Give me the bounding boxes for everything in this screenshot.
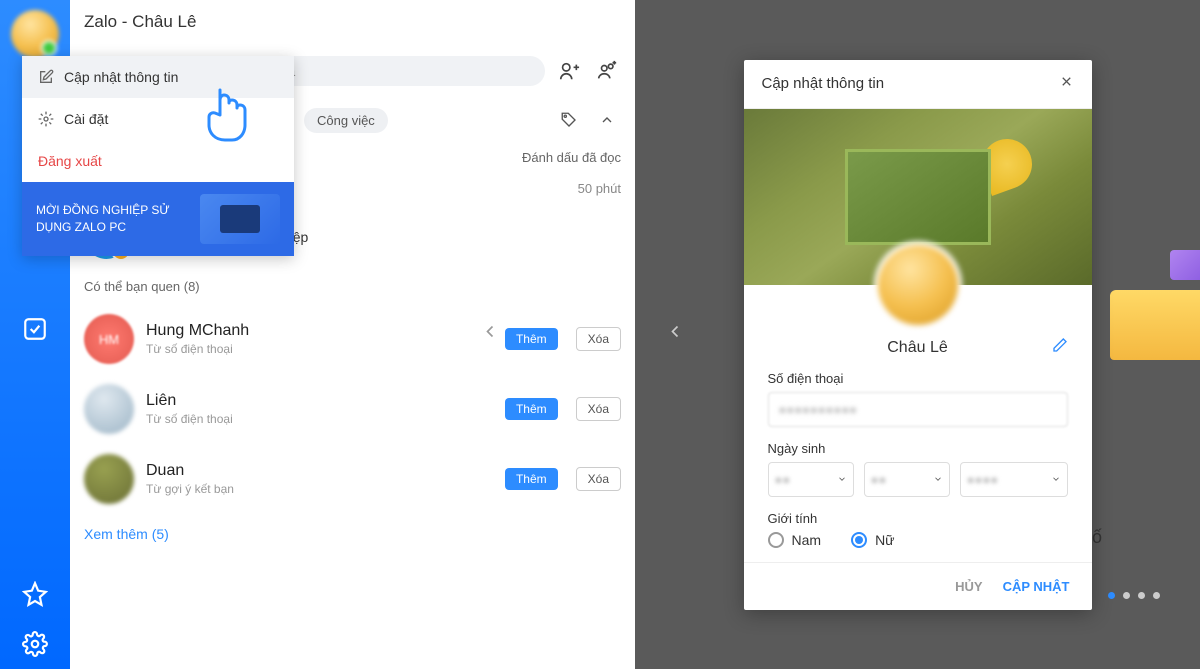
checkbox-icon[interactable] — [0, 304, 70, 354]
menu-update-info[interactable]: Cập nhật thông tin — [22, 56, 294, 98]
cursor-pointer-icon — [200, 85, 250, 150]
menu-logout[interactable]: Đăng xuất — [22, 140, 294, 182]
add-friend-icon[interactable] — [555, 57, 583, 85]
filter-chip-work[interactable]: Công việc — [304, 108, 388, 133]
radio-label: Nữ — [875, 532, 894, 548]
dropdown-menu: Cập nhật thông tin Cài đặt Đăng xuất MỜI… — [22, 56, 294, 256]
radio-icon — [851, 532, 867, 548]
radio-icon — [768, 532, 784, 548]
gender-female-radio[interactable]: Nữ — [851, 532, 894, 548]
carousel-prev-icon[interactable] — [480, 314, 500, 355]
see-more-link[interactable]: Xem thêm (5) — [70, 514, 635, 554]
suggestion-item: Duan Từ gợi ý kết bạn Thêm Xóa — [70, 444, 635, 514]
profile-avatar[interactable] — [874, 241, 962, 329]
profile-name: Châu Lê — [887, 339, 948, 357]
menu-label: Đăng xuất — [38, 153, 102, 169]
edit-name-button[interactable] — [1052, 337, 1068, 358]
modal-title: Cập nhật thông tin — [762, 75, 885, 92]
cancel-button[interactable]: HỦY — [955, 579, 982, 594]
dob-label: Ngày sinh — [768, 441, 1068, 456]
create-group-icon[interactable] — [593, 57, 621, 85]
banner-graphic — [200, 194, 280, 244]
delete-button[interactable]: Xóa — [576, 397, 621, 421]
radio-label: Nam — [792, 532, 822, 548]
delete-button[interactable]: Xóa — [576, 327, 621, 351]
carousel-dots[interactable] — [1108, 592, 1160, 599]
gear-icon — [38, 111, 54, 127]
suggestion-name: Liên — [146, 392, 493, 410]
suggestion-sub: Từ số điện thoại — [146, 412, 493, 426]
chevron-down-icon — [933, 474, 943, 484]
gender-male-radio[interactable]: Nam — [768, 532, 822, 548]
section-title: Có thể bạn quen (8) — [70, 269, 635, 304]
suggestion-avatar — [84, 454, 134, 504]
edit-icon — [38, 69, 54, 85]
phone-label: Số điện thoại — [768, 371, 1068, 386]
suggestion-name: Duan — [146, 462, 493, 480]
tag-icon[interactable] — [555, 106, 583, 134]
gender-label: Giới tính — [768, 511, 1068, 526]
dob-year-select[interactable]: ●●●● — [960, 462, 1068, 497]
submit-button[interactable]: CẬP NHẬT — [1003, 579, 1070, 594]
carousel-prev-icon[interactable] — [665, 314, 685, 355]
menu-settings[interactable]: Cài đặt — [22, 98, 294, 140]
dob-day-select[interactable]: ●● — [768, 462, 854, 497]
chevron-down-icon — [837, 474, 847, 484]
suggestion-sub: Từ số điện thoại — [146, 342, 493, 356]
menu-label: Cài đặt — [64, 111, 108, 127]
dob-month-select[interactable]: ●● — [864, 462, 950, 497]
suggestion-sub: Từ gợi ý kết bạn — [146, 482, 493, 496]
suggestion-avatar — [84, 384, 134, 434]
add-button[interactable]: Thêm — [505, 398, 558, 420]
delete-button[interactable]: Xóa — [576, 467, 621, 491]
suggestion-item: HM Hung MChanh Từ số điện thoại Thêm Xóa — [70, 304, 635, 374]
update-info-modal: Cập nhật thông tin Châu Lê Số điện thoại… — [744, 60, 1092, 610]
suggestion-name: Hung MChanh — [146, 322, 493, 340]
suggestion-item: Liên Từ số điện thoại Thêm Xóa — [70, 374, 635, 444]
phone-input[interactable]: ●●●●●●●●●● — [768, 392, 1068, 427]
add-button[interactable]: Thêm — [505, 468, 558, 490]
chevron-down-icon — [1051, 474, 1061, 484]
suggestion-avatar: HM — [84, 314, 134, 364]
welcome-illustration — [1090, 240, 1200, 440]
chevron-up-icon[interactable] — [593, 106, 621, 134]
invite-banner[interactable]: MỜI ĐỒNG NGHIỆP SỬ DỤNG ZALO PC — [22, 182, 294, 256]
banner-text: MỜI ĐỒNG NGHIỆP SỬ — [36, 202, 190, 219]
settings-icon[interactable] — [0, 619, 70, 669]
add-button[interactable]: Thêm — [505, 328, 558, 350]
close-button[interactable] — [1059, 74, 1074, 94]
window-title: Zalo - Châu Lê — [84, 12, 621, 32]
close-icon — [1059, 74, 1074, 89]
mark-read-label[interactable]: Đánh dấu đã đọc — [522, 150, 621, 165]
banner-text: DỤNG ZALO PC — [36, 219, 190, 236]
pencil-icon — [1052, 337, 1068, 353]
user-avatar[interactable] — [11, 10, 59, 58]
star-icon[interactable] — [0, 569, 70, 619]
menu-label: Cập nhật thông tin — [64, 69, 178, 85]
